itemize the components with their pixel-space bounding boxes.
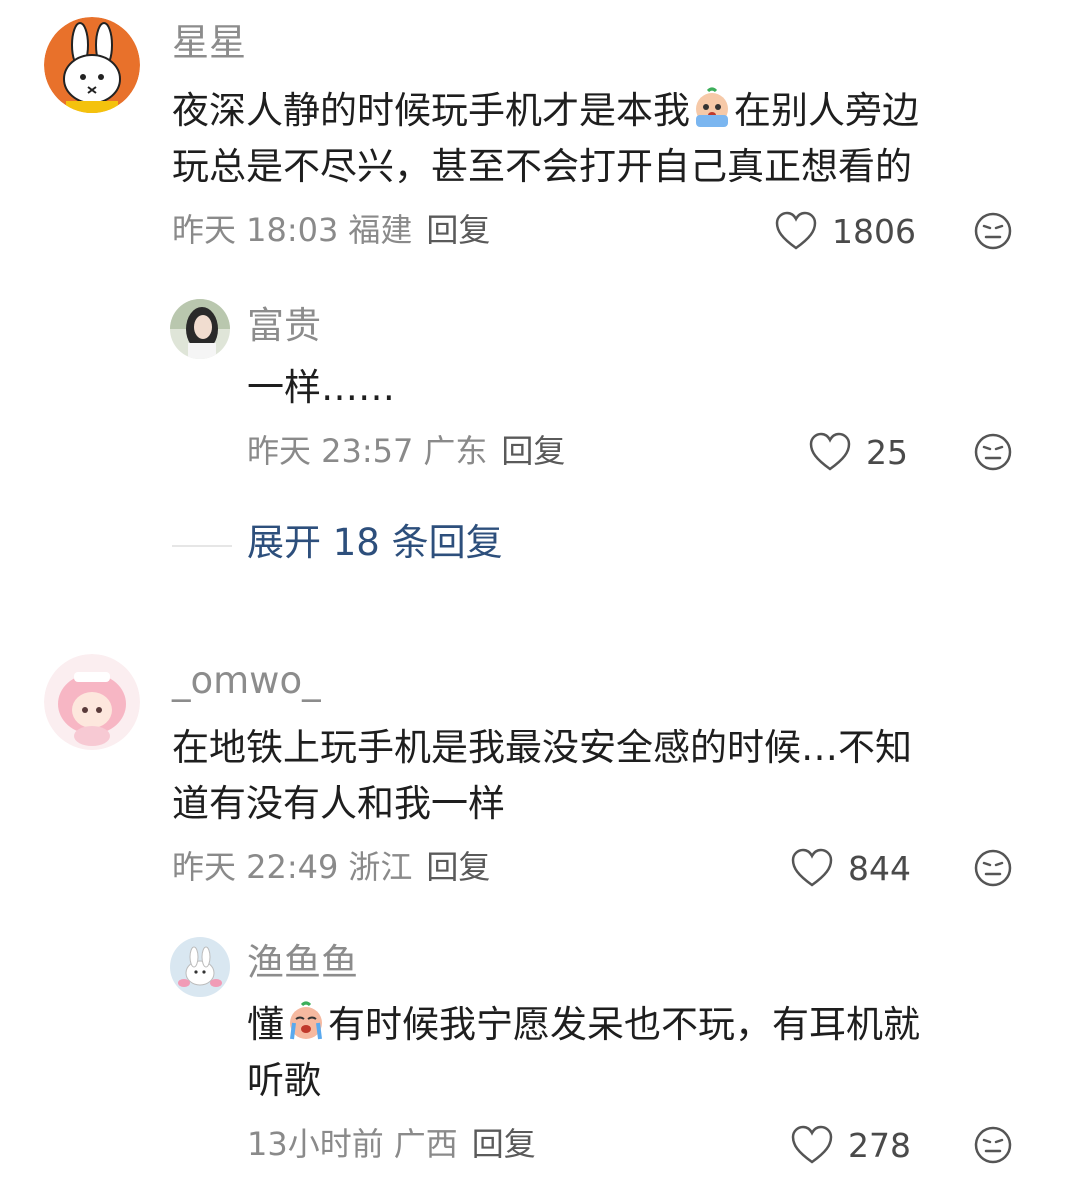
like-button[interactable]: 278 [790,1125,911,1165]
comment-meta: 昨天 18:03 福建 回复 [172,214,490,246]
comment-text-line: 听歌 [247,1059,321,1102]
like-count: 25 [866,432,908,472]
like-button[interactable]: 1806 [774,211,916,251]
reply-button[interactable]: 回复 [426,211,490,249]
comment-text-part: 有时候我宁愿发呆也不玩，有耳机就 [328,1003,920,1046]
avatar-xingxing[interactable] [44,17,140,113]
region: 广东 [423,432,488,470]
comment-text: 在地铁上玩手机是我最没安全感的时候…不知 道有没有人和我一样 [172,720,912,832]
comment-text: 一样…… [247,366,395,409]
region: 浙江 [348,848,413,886]
username[interactable]: 星星 [172,24,246,61]
dislike-face-icon [974,849,1012,887]
heart-icon [791,848,833,887]
reply-button[interactable]: 回复 [501,432,565,470]
reply-button[interactable]: 回复 [472,1125,536,1163]
comment-text-part: 夜深人静的时候玩手机才是本我 [172,89,690,132]
like-count: 278 [848,1125,911,1165]
avatar-yuyuyu[interactable] [170,937,230,997]
avatar-omwo[interactable] [44,654,140,750]
like-button[interactable]: 844 [790,848,911,888]
dislike-face-icon [974,212,1012,250]
dislike-button[interactable] [973,211,1013,251]
username[interactable]: 渔鱼鱼 [247,944,358,981]
comment-meta: 13小时前 广西 回复 [247,1128,536,1160]
miffy-bunny-avatar [44,17,140,113]
avatar-fugui[interactable] [170,299,230,359]
dislike-button[interactable] [973,432,1013,472]
username[interactable]: 富贵 [247,307,321,344]
comment-text-line: 道有没有人和我一样 [172,782,505,825]
expand-replies-button[interactable]: 展开 18 条回复 [247,524,503,561]
comment-text-part: 懂 [247,1003,284,1046]
heart-icon [791,1125,833,1164]
comment-text-line: 在地铁上玩手机是我最没安全感的时候…不知 [172,726,912,769]
timestamp: 13小时前 [247,1125,384,1163]
comment-text-part: 在别人旁边 [734,89,919,132]
heart-icon [775,211,817,250]
username[interactable]: _omwo_ [172,662,321,699]
girl-photo-avatar [170,299,230,359]
region: 广西 [393,1125,458,1163]
crying-emoji-icon [690,85,734,129]
dislike-button[interactable] [973,1125,1013,1165]
dislike-button[interactable] [973,848,1013,888]
dislike-face-icon [974,433,1012,471]
comment-text: 懂 有时候我宁愿发呆也不玩，有耳机就 听歌 [247,997,920,1109]
crying-emoji-icon [284,999,328,1043]
pink-anime-avatar [44,654,140,750]
region: 福建 [348,211,413,249]
timestamp: 昨天 18:03 [172,211,339,249]
timestamp: 昨天 23:57 [247,432,414,470]
reply-button[interactable]: 回复 [426,848,490,886]
comment-text: 夜深人静的时候玩手机才是本我 在别人旁边 玩总是不尽兴，甚至不会打开自己真正想看的 [172,83,919,195]
expand-divider [172,545,232,547]
heart-icon [809,432,851,471]
like-count: 1806 [832,211,916,251]
bunny-toy-avatar [170,937,230,997]
comment-meta: 昨天 23:57 广东 回复 [247,435,565,467]
dislike-face-icon [974,1126,1012,1164]
comment-meta: 昨天 22:49 浙江 回复 [172,851,490,883]
like-button[interactable]: 25 [808,432,908,472]
comment-text-line: 玩总是不尽兴，甚至不会打开自己真正想看的 [172,145,912,188]
like-count: 844 [848,848,911,888]
timestamp: 昨天 22:49 [172,848,339,886]
